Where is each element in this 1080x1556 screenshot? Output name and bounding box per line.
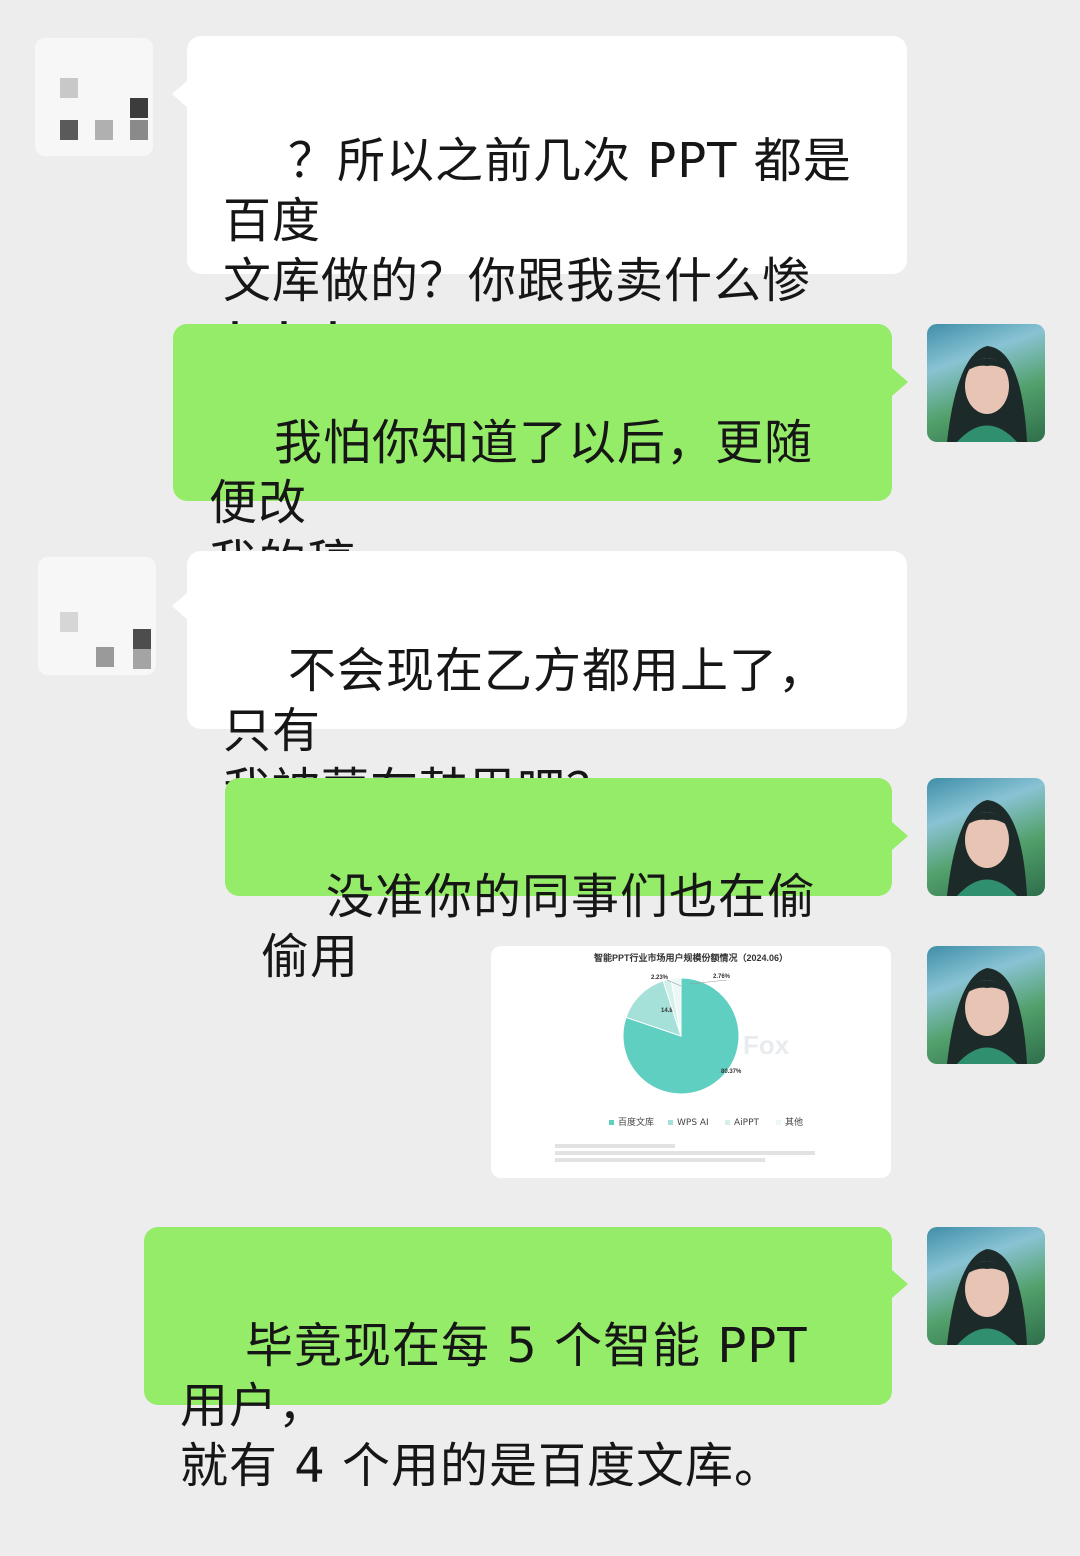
pie-data-label-3: 2.76% xyxy=(713,974,731,980)
user-avatar[interactable] xyxy=(927,946,1045,1064)
chart-image-message[interactable]: 智能PPT行业市场用户规模份额情况（2024.06） Fox 80.37% 14.… xyxy=(491,946,891,1178)
chart-footnote xyxy=(555,1144,835,1162)
legend-label-3: 其他 xyxy=(785,1116,803,1128)
user-photo-icon xyxy=(947,1249,1027,1345)
message-row-right-4: 没准你的同事们也在偷偷用 xyxy=(0,760,1080,985)
message-text: 毕竟现在每 5 个智能 PPT 用户， 就有 4 个用的是百度文库。 xyxy=(180,1318,808,1494)
bubble-tail xyxy=(892,368,908,396)
message-row-right-6: 毕竟现在每 5 个智能 PPT 用户， 就有 4 个用的是百度文库。 xyxy=(0,1210,1080,1494)
user-photo-icon xyxy=(947,968,1027,1064)
legend-label-2: AiPPT xyxy=(734,1118,760,1128)
message-row-left-1: ？所以之前几次 PPT 都是百度 文库做的？你跟我卖什么惨 ！！！ xyxy=(0,0,1080,369)
message-bubble[interactable]: ？所以之前几次 PPT 都是百度 文库做的？你跟我卖什么惨 ！！！ xyxy=(187,36,907,369)
message-bubble[interactable]: 没准你的同事们也在偷偷用 xyxy=(225,778,892,985)
user-avatar[interactable] xyxy=(927,324,1045,442)
bubble-tail xyxy=(892,1270,908,1298)
user-photo-icon xyxy=(947,346,1027,442)
message-bubble[interactable]: 毕竟现在每 5 个智能 PPT 用户， 就有 4 个用的是百度文库。 xyxy=(144,1227,892,1494)
user-photo-icon xyxy=(947,800,1027,896)
pie-data-label-0: 80.37% xyxy=(721,1069,742,1075)
bubble-tail xyxy=(892,822,908,850)
contact-avatar[interactable] xyxy=(35,38,153,156)
message-bubble[interactable]: 不会现在乙方都用上了，只有 我被蒙在鼓里吧？ xyxy=(187,551,907,819)
legend-label-0: 百度文库 xyxy=(618,1116,654,1128)
contact-avatar[interactable] xyxy=(38,557,156,675)
legend-swatch-3 xyxy=(776,1120,781,1125)
message-row-right-5: 智能PPT行业市场用户规模份额情况（2024.06） Fox 80.37% 14.… xyxy=(0,940,1080,1190)
legend-swatch-0 xyxy=(609,1120,614,1125)
bubble-tail xyxy=(172,80,188,108)
legend-label-1: WPS AI xyxy=(677,1118,709,1128)
legend-swatch-2 xyxy=(725,1120,730,1125)
message-row-left-3: 不会现在乙方都用上了，只有 我被蒙在鼓里吧？ xyxy=(0,540,1080,819)
user-avatar[interactable] xyxy=(927,1227,1045,1345)
message-bubble[interactable]: 我怕你知道了以后，更随便改 我的稿 xyxy=(173,324,892,645)
legend-swatch-1 xyxy=(668,1120,673,1125)
message-row-right-2: 我怕你知道了以后，更随便改 我的稿 xyxy=(0,300,1080,645)
pie-data-label-2: 2.23% xyxy=(651,975,669,981)
bubble-tail xyxy=(172,592,188,620)
user-avatar[interactable] xyxy=(927,778,1045,896)
